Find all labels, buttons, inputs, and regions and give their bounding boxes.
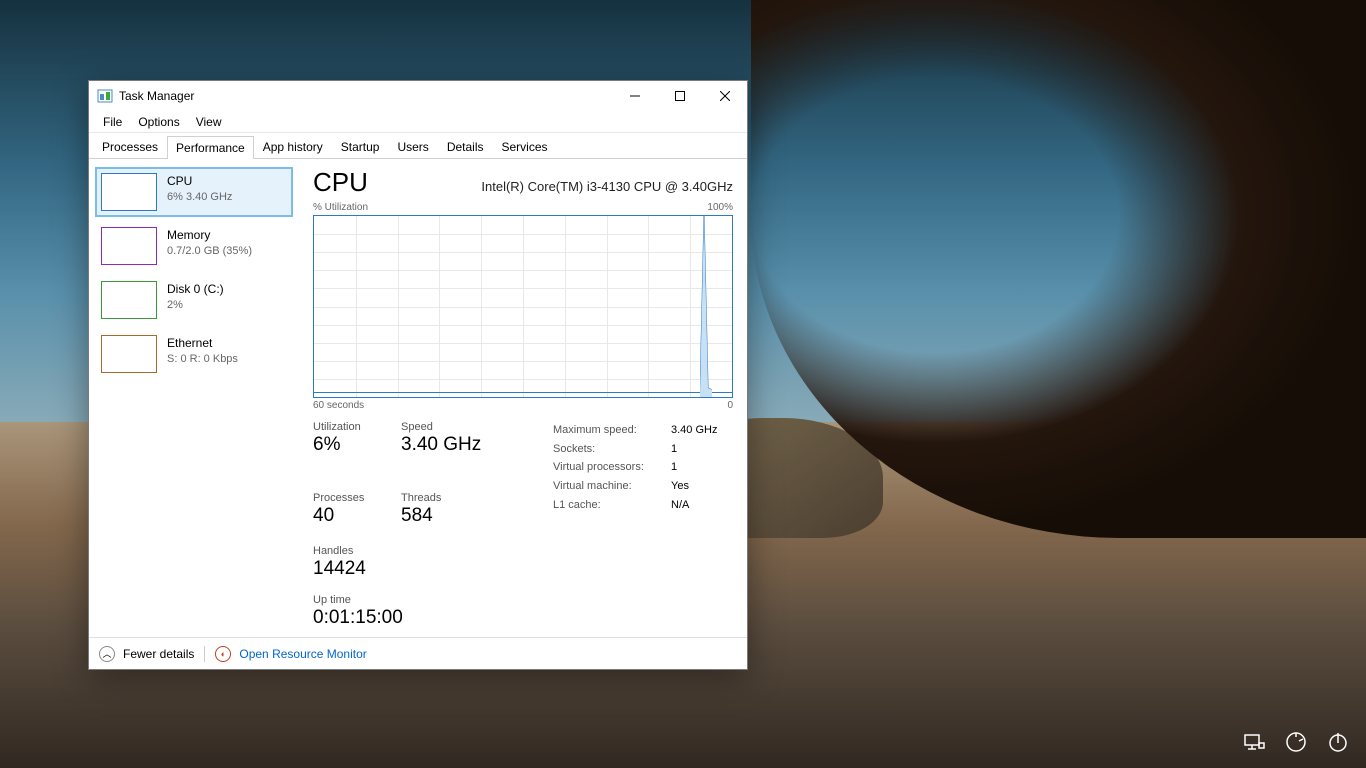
- tab-bar: Processes Performance App history Startu…: [89, 133, 747, 159]
- utilization-label: Utilization: [313, 421, 373, 433]
- maxspeed-label: Maximum speed:: [553, 421, 663, 440]
- handles-label: Handles: [313, 545, 373, 557]
- cpu-utilization-chart[interactable]: [313, 215, 733, 398]
- speed-value: 3.40 GHz: [401, 434, 481, 456]
- window-title: Task Manager: [119, 89, 612, 103]
- task-manager-icon: [97, 88, 113, 104]
- close-button[interactable]: [702, 81, 747, 111]
- vm-label: Virtual machine:: [553, 477, 663, 496]
- power-icon[interactable]: [1326, 730, 1350, 754]
- sidebar-ethernet-sub: S: 0 R: 0 Kbps: [167, 352, 238, 367]
- minimize-button[interactable]: [612, 81, 657, 111]
- sidebar-disk-title: Disk 0 (C:): [167, 281, 224, 298]
- network-icon[interactable]: [1242, 730, 1266, 754]
- sidebar-item-ethernet[interactable]: Ethernet S: 0 R: 0 Kbps: [95, 329, 293, 379]
- tab-users[interactable]: Users: [388, 135, 437, 158]
- chart-x-right: 0: [727, 400, 733, 411]
- speed-label: Speed: [401, 421, 481, 433]
- sidebar-item-disk[interactable]: Disk 0 (C:) 2%: [95, 275, 293, 325]
- open-resource-monitor-link[interactable]: Open Resource Monitor: [239, 647, 366, 661]
- cpu-name: Intel(R) Core(TM) i3-4130 CPU @ 3.40GHz: [481, 179, 733, 194]
- chart-x-left: 60 seconds: [313, 400, 364, 411]
- menu-options[interactable]: Options: [130, 113, 187, 131]
- maxspeed-value: 3.40 GHz: [671, 421, 717, 440]
- processes-label: Processes: [313, 492, 373, 504]
- ease-of-access-icon[interactable]: [1284, 730, 1308, 754]
- menu-view[interactable]: View: [188, 113, 230, 131]
- cpu-thumb: [101, 173, 157, 211]
- chevron-up-icon[interactable]: ︿: [99, 646, 115, 662]
- menubar: File Options View: [89, 111, 747, 133]
- tab-processes[interactable]: Processes: [93, 135, 167, 158]
- threads-value: 584: [401, 505, 461, 527]
- processes-value: 40: [313, 505, 373, 527]
- menu-file[interactable]: File: [95, 113, 130, 131]
- chart-y-max: 100%: [707, 202, 733, 213]
- sidebar-cpu-sub: 6% 3.40 GHz: [167, 190, 232, 205]
- disk-thumb: [101, 281, 157, 319]
- vproc-label: Virtual processors:: [553, 458, 663, 477]
- handles-value: 14424: [313, 558, 373, 580]
- ethernet-thumb: [101, 335, 157, 373]
- cpu-heading: CPU: [313, 167, 368, 198]
- sidebar-item-memory[interactable]: Memory 0.7/2.0 GB (35%): [95, 221, 293, 271]
- maximize-button[interactable]: [657, 81, 702, 111]
- chart-y-label: % Utilization: [313, 202, 368, 213]
- tab-performance[interactable]: Performance: [167, 136, 254, 159]
- memory-thumb: [101, 227, 157, 265]
- vproc-value: 1: [671, 458, 677, 477]
- fewer-details-button[interactable]: Fewer details: [123, 647, 194, 661]
- sockets-value: 1: [671, 440, 677, 459]
- sockets-label: Sockets:: [553, 440, 663, 459]
- sidebar-cpu-title: CPU: [167, 173, 232, 190]
- l1-label: L1 cache:: [553, 496, 663, 515]
- threads-label: Threads: [401, 492, 461, 504]
- tab-app-history[interactable]: App history: [254, 135, 332, 158]
- sidebar-disk-sub: 2%: [167, 298, 224, 313]
- tab-details[interactable]: Details: [438, 135, 493, 158]
- titlebar[interactable]: Task Manager: [89, 81, 747, 111]
- sidebar-ethernet-title: Ethernet: [167, 335, 238, 352]
- uptime-value: 0:01:15:00: [313, 607, 733, 629]
- performance-sidebar: CPU 6% 3.40 GHz Memory 0.7/2.0 GB (35%) …: [89, 159, 299, 637]
- window-footer: ︿ Fewer details ◐ Open Resource Monitor: [89, 637, 747, 669]
- sidebar-item-cpu[interactable]: CPU 6% 3.40 GHz: [95, 167, 293, 217]
- sidebar-memory-sub: 0.7/2.0 GB (35%): [167, 244, 252, 259]
- l1-value: N/A: [671, 496, 689, 515]
- system-tray: [1242, 730, 1350, 754]
- vm-value: Yes: [671, 477, 689, 496]
- utilization-value: 6%: [313, 434, 373, 456]
- sidebar-memory-title: Memory: [167, 227, 252, 244]
- tab-startup[interactable]: Startup: [332, 135, 389, 158]
- tab-services[interactable]: Services: [493, 135, 557, 158]
- performance-main: CPU Intel(R) Core(TM) i3-4130 CPU @ 3.40…: [299, 159, 747, 637]
- task-manager-window: Task Manager File Options View Processes…: [88, 80, 748, 670]
- uptime-label: Up time: [313, 594, 733, 606]
- resource-monitor-icon: ◐: [215, 646, 231, 662]
